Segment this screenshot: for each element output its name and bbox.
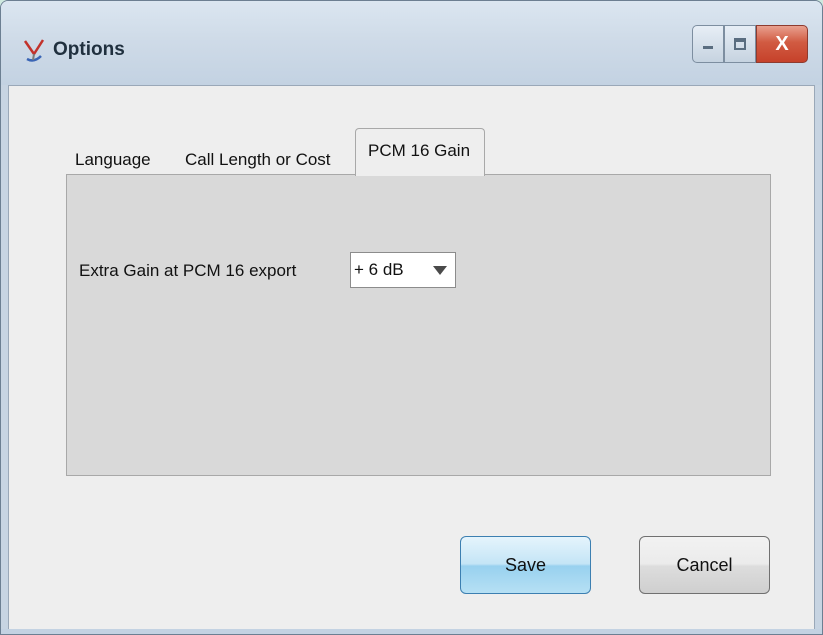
maximize-button[interactable]: [724, 25, 756, 63]
window-title: Options: [53, 39, 125, 60]
tab-call-length-label: Call Length or Cost: [185, 150, 331, 169]
caption-buttons: X: [692, 25, 808, 65]
tab-pcm-16-gain[interactable]: PCM 16 Gain: [355, 128, 485, 176]
cancel-button[interactable]: Cancel: [639, 536, 770, 594]
close-button[interactable]: X: [756, 25, 808, 63]
extra-gain-label: Extra Gain at PCM 16 export: [79, 261, 297, 280]
tab-panel-pcm-16-gain: Extra Gain at PCM 16 export + 6 dB: [66, 174, 771, 476]
tab-pcm-16-gain-label: PCM 16 Gain: [368, 141, 471, 160]
maximize-icon: [734, 38, 746, 50]
tab-language[interactable]: Language: [75, 142, 175, 174]
minimize-button[interactable]: [692, 25, 724, 63]
app-logo-icon: [23, 39, 45, 62]
gain-select[interactable]: + 6 dB: [350, 252, 456, 288]
close-icon: X: [775, 32, 789, 55]
chevron-down-icon[interactable]: [433, 266, 447, 275]
title-bar[interactable]: Options X: [1, 1, 822, 85]
options-client-area: Language Call Length or Cost PCM 16 Gain…: [8, 85, 815, 631]
minimize-icon: [703, 46, 713, 49]
options-window: Options X Language Call Length or Cost P…: [0, 0, 823, 635]
gain-select-value: + 6 dB: [354, 260, 404, 279]
window-bottom-border: [1, 629, 822, 634]
tab-language-label: Language: [75, 150, 151, 169]
save-button[interactable]: Save: [460, 536, 591, 594]
tab-call-length-or-cost[interactable]: Call Length or Cost: [185, 142, 355, 174]
